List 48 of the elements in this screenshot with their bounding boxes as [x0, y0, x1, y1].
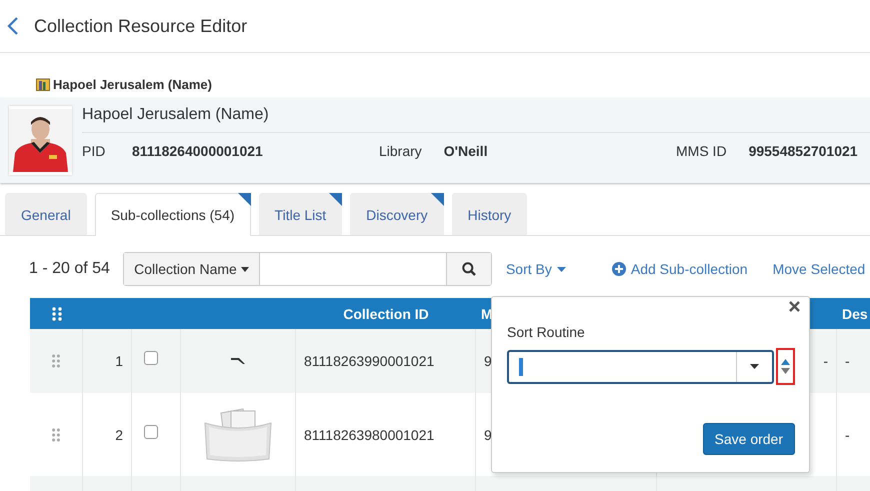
grip-icon[interactable] — [52, 306, 62, 320]
drag-handle-icon[interactable] — [52, 354, 60, 368]
pen-icon — [230, 357, 246, 365]
sort-routine-dropdown[interactable] — [507, 350, 774, 384]
table-cell: - — [845, 426, 850, 442]
move-selected-link[interactable]: Move Selected — [772, 261, 866, 277]
tab[interactable]: General — [5, 193, 87, 235]
caret-icon — [750, 364, 760, 369]
sort-by-dropdown[interactable]: Sort By — [506, 261, 566, 277]
save-order-button[interactable]: Save order — [702, 423, 795, 455]
add-sub-collection-link[interactable]: Add Sub-collection — [612, 261, 748, 277]
tab[interactable]: Discovery — [350, 193, 444, 235]
plus-circle-icon — [612, 262, 626, 276]
text-cursor — [519, 358, 523, 376]
table-cell: - — [845, 353, 850, 369]
tab[interactable]: History — [452, 193, 528, 235]
field-label: Sort Routine — [507, 324, 586, 340]
table-cell: 81118263990001021 — [304, 353, 434, 369]
folder-icon — [203, 406, 273, 462]
collection-icon — [36, 78, 50, 91]
field-label: MMS ID — [676, 143, 727, 159]
back-icon[interactable] — [6, 16, 20, 36]
table-cell: 9 — [484, 353, 492, 369]
row-number: 1 — [115, 353, 123, 369]
row-checkbox[interactable] — [144, 351, 158, 365]
field-value: 81118264000001021 — [132, 143, 263, 159]
field-label: PID — [82, 143, 106, 159]
table-cell: 9 — [484, 426, 492, 442]
record-name: Hapoel Jerusalem (Name) — [82, 98, 870, 133]
row-number: 2 — [115, 426, 123, 442]
column-header[interactable]: Des — [842, 306, 868, 322]
drag-handle-icon[interactable] — [52, 428, 60, 442]
sort-arrows-icon — [781, 358, 790, 375]
field-value: 99554852701021 — [748, 143, 858, 159]
tab[interactable]: Title List — [258, 193, 342, 235]
table-cell: 81118263980001021 — [304, 426, 434, 442]
tab[interactable]: Sub-collections (54) — [94, 193, 251, 236]
field-label: Library — [379, 143, 422, 159]
page-title: Collection Resource Editor — [34, 16, 248, 36]
field-value: O'Neill — [444, 143, 488, 159]
column-header[interactable]: Collection ID — [343, 306, 429, 322]
table-cell: - — [823, 353, 828, 369]
breadcrumb-label: Hapoel Jerusalem (Name) — [53, 77, 212, 92]
result-count: 1 - 20 of 54 — [29, 260, 110, 278]
sort-order-toggle[interactable] — [776, 348, 795, 385]
caret-icon — [556, 266, 566, 272]
close-icon — [789, 301, 800, 312]
row-checkbox[interactable] — [144, 424, 158, 438]
